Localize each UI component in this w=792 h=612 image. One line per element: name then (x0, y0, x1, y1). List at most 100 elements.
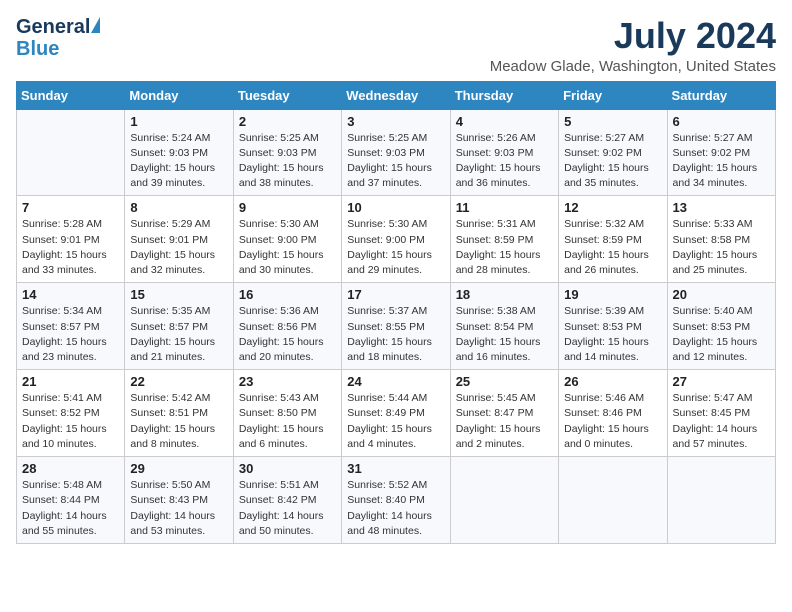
day-number: 25 (456, 374, 553, 389)
day-info: Sunrise: 5:25 AM Sunset: 9:03 PM Dayligh… (347, 131, 444, 192)
day-number: 15 (130, 287, 227, 302)
calendar-cell (559, 457, 667, 544)
day-info: Sunrise: 5:45 AM Sunset: 8:47 PM Dayligh… (456, 391, 553, 452)
day-info: Sunrise: 5:40 AM Sunset: 8:53 PM Dayligh… (673, 304, 770, 365)
calendar-cell: 19Sunrise: 5:39 AM Sunset: 8:53 PM Dayli… (559, 283, 667, 370)
day-info: Sunrise: 5:37 AM Sunset: 8:55 PM Dayligh… (347, 304, 444, 365)
day-number: 8 (130, 200, 227, 215)
day-number: 1 (130, 114, 227, 129)
day-number: 9 (239, 200, 336, 215)
day-number: 18 (456, 287, 553, 302)
calendar-cell: 25 Sunrise: 5:45 AM Sunset: 8:47 PM Dayli… (450, 370, 558, 457)
weekday-thursday: Thursday (450, 81, 558, 109)
day-number: 12 (564, 200, 661, 215)
day-info: Sunrise: 5:35 AM Sunset: 8:57 PM Dayligh… (130, 304, 227, 365)
day-number: 24 (347, 374, 444, 389)
calendar-table: SundayMondayTuesdayWednesdayThursdayFrid… (16, 81, 776, 544)
day-number: 3 (347, 114, 444, 129)
calendar-week-row: 7 Sunrise: 5:28 AM Sunset: 9:01 PM Daylig… (17, 196, 776, 283)
day-info: Sunrise: 5:46 AM Sunset: 8:46 PM Dayligh… (564, 391, 661, 452)
calendar-cell: 26Sunrise: 5:46 AM Sunset: 8:46 PM Dayli… (559, 370, 667, 457)
day-info: Sunrise: 5:27 AM Sunset: 9:02 PM Dayligh… (673, 131, 770, 192)
logo: General Blue (16, 16, 100, 60)
calendar-body: 1Sunrise: 5:24 AM Sunset: 9:03 PM Daylig… (17, 109, 776, 543)
calendar-cell: 28 Sunrise: 5:48 AM Sunset: 8:44 PM Dayli… (17, 457, 125, 544)
day-number: 14 (22, 287, 119, 302)
day-info: Sunrise: 5:52 AM Sunset: 8:40 PM Dayligh… (347, 478, 444, 539)
calendar-cell (450, 457, 558, 544)
calendar-week-row: 1Sunrise: 5:24 AM Sunset: 9:03 PM Daylig… (17, 109, 776, 196)
day-info: Sunrise: 5:41 AM Sunset: 8:52 PM Dayligh… (22, 391, 119, 452)
calendar-cell: 17Sunrise: 5:37 AM Sunset: 8:55 PM Dayli… (342, 283, 450, 370)
day-info: Sunrise: 5:25 AM Sunset: 9:03 PM Dayligh… (239, 131, 336, 192)
weekday-friday: Friday (559, 81, 667, 109)
day-number: 29 (130, 461, 227, 476)
day-number: 30 (239, 461, 336, 476)
calendar-cell: 31Sunrise: 5:52 AM Sunset: 8:40 PM Dayli… (342, 457, 450, 544)
day-info: Sunrise: 5:33 AM Sunset: 8:58 PM Dayligh… (673, 217, 770, 278)
weekday-monday: Monday (125, 81, 233, 109)
day-info: Sunrise: 5:26 AM Sunset: 9:03 PM Dayligh… (456, 131, 553, 192)
day-info: Sunrise: 5:44 AM Sunset: 8:49 PM Dayligh… (347, 391, 444, 452)
title-block: July 2024 Meadow Glade, Washington, Unit… (490, 16, 776, 75)
calendar-cell: 22 Sunrise: 5:42 AM Sunset: 8:51 PM Dayli… (125, 370, 233, 457)
day-info: Sunrise: 5:30 AM Sunset: 9:00 PM Dayligh… (347, 217, 444, 278)
calendar-cell: 4Sunrise: 5:26 AM Sunset: 9:03 PM Daylig… (450, 109, 558, 196)
day-info: Sunrise: 5:48 AM Sunset: 8:44 PM Dayligh… (22, 478, 119, 539)
day-info: Sunrise: 5:29 AM Sunset: 9:01 PM Dayligh… (130, 217, 227, 278)
weekday-header-row: SundayMondayTuesdayWednesdayThursdayFrid… (17, 81, 776, 109)
calendar-cell: 6 Sunrise: 5:27 AM Sunset: 9:02 PM Daylig… (667, 109, 775, 196)
day-number: 13 (673, 200, 770, 215)
day-number: 21 (22, 374, 119, 389)
day-number: 11 (456, 200, 553, 215)
day-number: 5 (564, 114, 661, 129)
day-number: 20 (673, 287, 770, 302)
calendar-cell: 15 Sunrise: 5:35 AM Sunset: 8:57 PM Dayli… (125, 283, 233, 370)
weekday-sunday: Sunday (17, 81, 125, 109)
day-number: 10 (347, 200, 444, 215)
day-info: Sunrise: 5:32 AM Sunset: 8:59 PM Dayligh… (564, 217, 661, 278)
month-title: July 2024 (490, 16, 776, 56)
day-info: Sunrise: 5:27 AM Sunset: 9:02 PM Dayligh… (564, 131, 661, 192)
day-number: 27 (673, 374, 770, 389)
calendar-cell: 29Sunrise: 5:50 AM Sunset: 8:43 PM Dayli… (125, 457, 233, 544)
calendar-cell (17, 109, 125, 196)
day-info: Sunrise: 5:43 AM Sunset: 8:50 PM Dayligh… (239, 391, 336, 452)
day-number: 23 (239, 374, 336, 389)
calendar-cell: 24 Sunrise: 5:44 AM Sunset: 8:49 PM Dayli… (342, 370, 450, 457)
calendar-cell: 7 Sunrise: 5:28 AM Sunset: 9:01 PM Daylig… (17, 196, 125, 283)
calendar-week-row: 28 Sunrise: 5:48 AM Sunset: 8:44 PM Dayli… (17, 457, 776, 544)
day-info: Sunrise: 5:34 AM Sunset: 8:57 PM Dayligh… (22, 304, 119, 365)
weekday-tuesday: Tuesday (233, 81, 341, 109)
day-number: 7 (22, 200, 119, 215)
day-info: Sunrise: 5:36 AM Sunset: 8:56 PM Dayligh… (239, 304, 336, 365)
day-number: 19 (564, 287, 661, 302)
calendar-week-row: 14 Sunrise: 5:34 AM Sunset: 8:57 PM Dayli… (17, 283, 776, 370)
day-info: Sunrise: 5:31 AM Sunset: 8:59 PM Dayligh… (456, 217, 553, 278)
day-number: 16 (239, 287, 336, 302)
day-number: 6 (673, 114, 770, 129)
calendar-cell: 14 Sunrise: 5:34 AM Sunset: 8:57 PM Dayli… (17, 283, 125, 370)
calendar-cell: 8 Sunrise: 5:29 AM Sunset: 9:01 PM Daylig… (125, 196, 233, 283)
day-number: 28 (22, 461, 119, 476)
day-number: 22 (130, 374, 227, 389)
day-number: 2 (239, 114, 336, 129)
day-info: Sunrise: 5:42 AM Sunset: 8:51 PM Dayligh… (130, 391, 227, 452)
page-header: General Blue July 2024 Meadow Glade, Was… (16, 16, 776, 75)
calendar-cell: 9 Sunrise: 5:30 AM Sunset: 9:00 PM Daylig… (233, 196, 341, 283)
calendar-cell (667, 457, 775, 544)
location-title: Meadow Glade, Washington, United States (490, 58, 776, 75)
calendar-cell: 30Sunrise: 5:51 AM Sunset: 8:42 PM Dayli… (233, 457, 341, 544)
calendar-cell: 27Sunrise: 5:47 AM Sunset: 8:45 PM Dayli… (667, 370, 775, 457)
weekday-saturday: Saturday (667, 81, 775, 109)
day-info: Sunrise: 5:38 AM Sunset: 8:54 PM Dayligh… (456, 304, 553, 365)
calendar-cell: 23 Sunrise: 5:43 AM Sunset: 8:50 PM Dayli… (233, 370, 341, 457)
day-info: Sunrise: 5:30 AM Sunset: 9:00 PM Dayligh… (239, 217, 336, 278)
calendar-cell: 16 Sunrise: 5:36 AM Sunset: 8:56 PM Dayli… (233, 283, 341, 370)
calendar-header: SundayMondayTuesdayWednesdayThursdayFrid… (17, 81, 776, 109)
calendar-cell: 3 Sunrise: 5:25 AM Sunset: 9:03 PM Daylig… (342, 109, 450, 196)
calendar-cell: 10 Sunrise: 5:30 AM Sunset: 9:00 PM Dayli… (342, 196, 450, 283)
calendar-cell: 12 Sunrise: 5:32 AM Sunset: 8:59 PM Dayli… (559, 196, 667, 283)
calendar-cell: 2 Sunrise: 5:25 AM Sunset: 9:03 PM Daylig… (233, 109, 341, 196)
day-info: Sunrise: 5:28 AM Sunset: 9:01 PM Dayligh… (22, 217, 119, 278)
